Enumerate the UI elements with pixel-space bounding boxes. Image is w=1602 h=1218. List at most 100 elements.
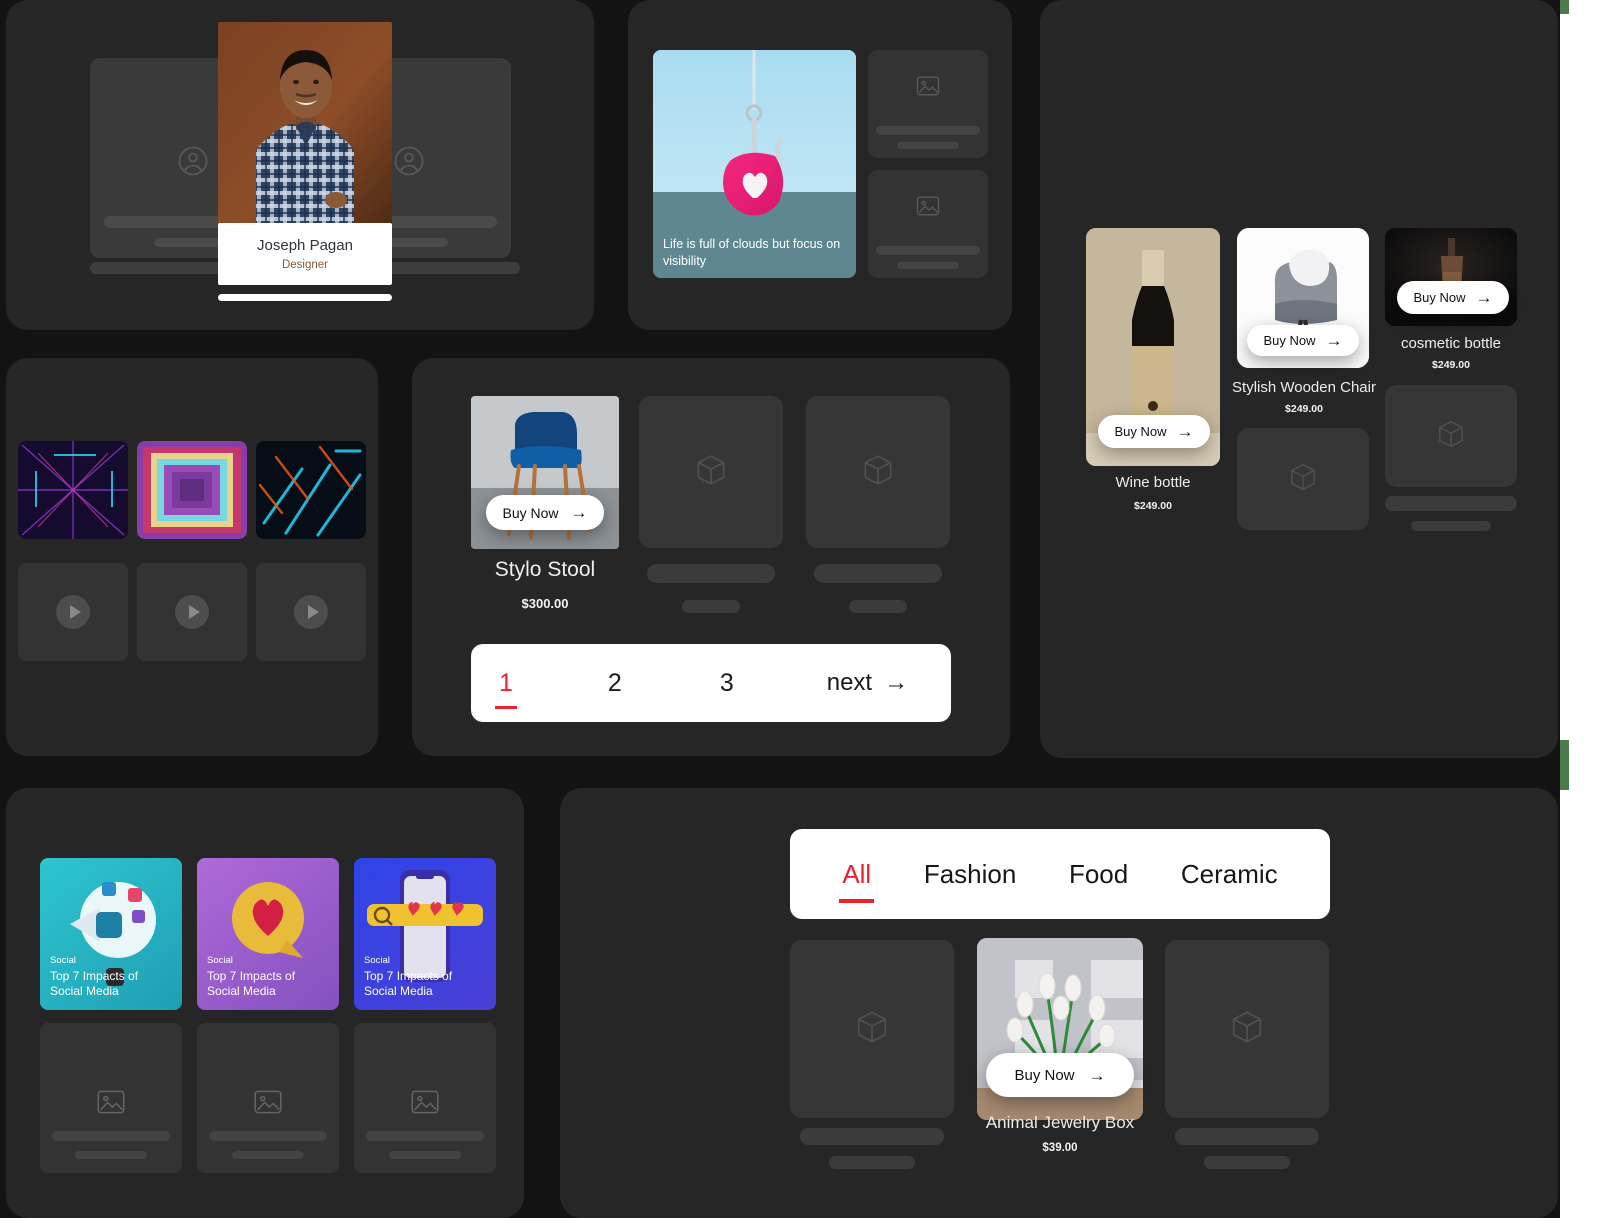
quote-placeholder-card[interactable] <box>868 50 988 158</box>
team-card-accent-bar <box>218 294 392 301</box>
arrow-right-icon: → <box>570 503 588 522</box>
product-title-jewelry-box: Animal Jewelry Box <box>985 1113 1135 1132</box>
product-placeholder-card[interactable] <box>639 396 783 548</box>
blog-card[interactable]: Social Top 7 Impacts of Social Media <box>354 858 496 1010</box>
product-title-wooden-chair: Stylish Wooden Chair <box>1232 379 1376 396</box>
product-price-cosmetic-bottle: $249.00 <box>1432 359 1470 371</box>
video-thumbnail[interactable] <box>137 441 247 539</box>
play-icon[interactable] <box>56 595 90 629</box>
buy-now-button-wine-bottle[interactable]: Buy Now → <box>1098 415 1210 448</box>
blog-placeholder-card[interactable] <box>40 1023 182 1173</box>
pagination-next-label: next <box>826 669 873 696</box>
pagination-page-1[interactable]: 1 <box>495 669 517 709</box>
quote-placeholder-card[interactable] <box>868 170 988 278</box>
placeholder-bar <box>1175 1128 1319 1145</box>
quote-caption: Life is full of clouds but focus on visi… <box>663 237 841 269</box>
placeholder-line <box>876 246 980 255</box>
play-icon[interactable] <box>175 595 209 629</box>
video-thumbnail[interactable] <box>18 441 128 539</box>
buy-now-button-stylo-stool[interactable]: Buy Now → <box>486 495 604 530</box>
blog-placeholder-card[interactable] <box>197 1023 339 1173</box>
product-placeholder-card[interactable] <box>1237 428 1369 530</box>
buy-now-button-cosmetic-bottle[interactable]: Buy Now → <box>1397 281 1509 314</box>
product-price-wine-bottle: $249.00 <box>1134 500 1172 512</box>
package-icon <box>1228 1008 1266 1051</box>
placeholder-bar <box>814 564 942 583</box>
placeholder-bar <box>800 1128 944 1145</box>
placeholder-line <box>75 1151 147 1159</box>
image-icon <box>94 1085 128 1124</box>
product-placeholder-card[interactable] <box>1165 940 1329 1118</box>
tab-shop-panel: All Fashion Food Ceramic Buy Now → Anima… <box>560 788 1558 1218</box>
tab-all[interactable]: All <box>839 859 875 903</box>
videos-panel <box>6 358 378 756</box>
rail-marker <box>1560 0 1569 14</box>
placeholder-bar <box>647 564 775 583</box>
product-placeholder-card[interactable] <box>806 396 950 548</box>
package-icon <box>1435 418 1467 455</box>
video-placeholder[interactable] <box>18 563 128 661</box>
blog-card-tag: Social <box>207 954 233 966</box>
pagination-next-button[interactable]: next → <box>827 669 908 697</box>
social-blog-panel: Social Top 7 Impacts of Social Media Soc… <box>6 788 524 1218</box>
placeholder-bar <box>829 1156 915 1169</box>
play-icon[interactable] <box>294 595 328 629</box>
rail-marker-active <box>1560 740 1569 790</box>
package-icon <box>860 452 896 493</box>
pagination-page-3[interactable]: 3 <box>720 669 734 698</box>
product-title-cosmetic-bottle: cosmetic bottle <box>1400 335 1502 352</box>
product-price-stylo-stool: $300.00 <box>521 596 569 611</box>
video-placeholder[interactable] <box>137 563 247 661</box>
blog-card-tag: Social <box>50 954 76 966</box>
placeholder-line <box>897 142 959 149</box>
buy-now-button-jewelry-box[interactable]: Buy Now → <box>986 1053 1134 1097</box>
placeholder-bar <box>1411 521 1491 531</box>
placeholder-line <box>232 1151 304 1159</box>
placeholder-line <box>52 1131 170 1141</box>
blog-card[interactable]: Social Top 7 Impacts of Social Media <box>197 858 339 1010</box>
team-member-name-card: Joseph Pagan Designer <box>218 223 392 285</box>
quote-panel: Life is full of clouds but focus on visi… <box>628 0 1012 330</box>
team-member-photo <box>218 22 392 227</box>
placeholder-bar <box>1385 496 1517 511</box>
tab-fashion[interactable]: Fashion <box>924 859 1017 890</box>
blog-card[interactable]: Social Top 7 Impacts of Social Media <box>40 858 182 1010</box>
product-placeholder-card[interactable] <box>790 940 954 1118</box>
blog-card-title: Top 7 Impacts of Social Media <box>364 968 453 999</box>
product-placeholder-card[interactable] <box>1385 385 1517 487</box>
video-placeholder[interactable] <box>256 563 366 661</box>
tab-ceramic[interactable]: Ceramic <box>1181 859 1278 890</box>
quote-image[interactable]: Life is full of clouds but focus on visi… <box>653 50 856 278</box>
placeholder-line <box>209 1131 327 1141</box>
buy-now-label: Buy Now <box>1114 424 1167 439</box>
image-icon <box>868 170 988 242</box>
buy-now-button-wooden-chair[interactable]: Buy Now → <box>1247 325 1359 356</box>
right-edge-rail[interactable] <box>1560 0 1602 1218</box>
category-tabs: All Fashion Food Ceramic <box>790 829 1330 919</box>
member-name: Joseph Pagan <box>257 237 353 254</box>
buy-now-label: Buy Now <box>1413 290 1466 305</box>
pagination-page-2[interactable]: 2 <box>608 669 622 698</box>
package-icon <box>693 452 729 493</box>
blog-card-title: Top 7 Impacts of Social Media <box>50 968 139 999</box>
blog-card-tag: Social <box>364 954 390 966</box>
placeholder-line <box>876 126 980 135</box>
arrow-right-icon: → <box>1176 422 1194 441</box>
canvas: Joseph Pagan Designer Life is full of cl… <box>0 0 1602 1218</box>
image-icon <box>408 1085 442 1124</box>
blog-placeholder-card[interactable] <box>354 1023 496 1173</box>
arrow-right-icon: → <box>1475 288 1493 307</box>
buy-now-label: Buy Now <box>502 504 559 521</box>
user-circle-icon <box>391 143 427 184</box>
arrow-right-icon: → <box>884 669 909 696</box>
placeholder-bar <box>1204 1156 1290 1169</box>
placeholder-line <box>389 1151 461 1159</box>
video-thumbnail[interactable] <box>256 441 366 539</box>
package-icon <box>1287 461 1319 498</box>
image-icon <box>868 50 988 122</box>
placeholder-bar <box>849 600 907 613</box>
product-price-jewelry-box: $39.00 <box>1042 1142 1078 1154</box>
product-title-wine-bottle: Wine bottle <box>1115 474 1191 491</box>
arrow-right-icon: → <box>1088 1065 1106 1085</box>
tab-food[interactable]: Food <box>1069 859 1128 890</box>
